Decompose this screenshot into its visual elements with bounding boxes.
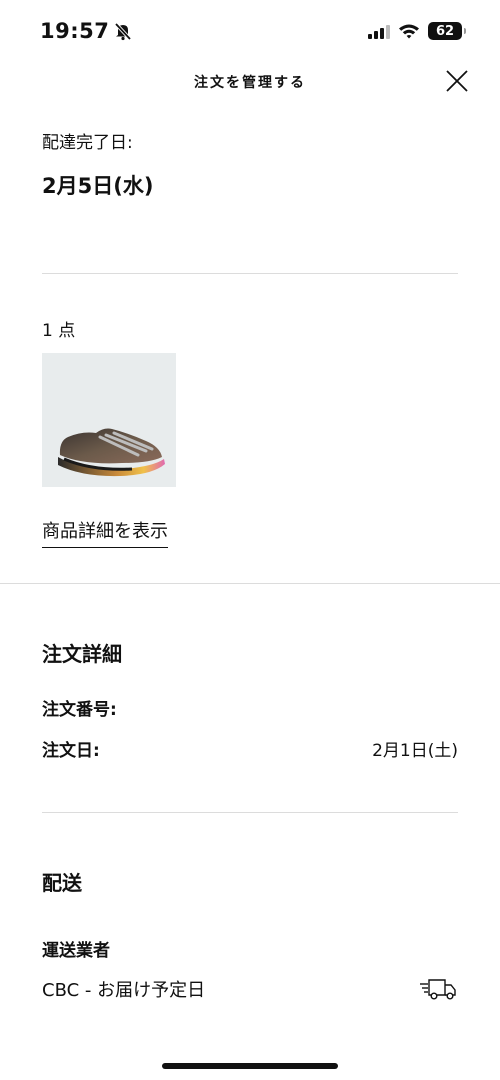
order-date-row: 注文日: 2月1日(土)	[42, 736, 458, 761]
carrier-label: 運送業者	[42, 941, 110, 961]
carrier-row: CBC - お届け予定日	[42, 976, 458, 1002]
delivery-date-value: 2月5日(水)	[42, 174, 154, 198]
bell-slash-icon	[115, 22, 132, 41]
item-count: 1 点	[42, 321, 76, 341]
status-bar: 19:57 62	[0, 0, 500, 66]
status-time: 19:57	[40, 19, 133, 43]
delivery-date-label: 配達完了日:	[42, 133, 133, 153]
order-details-heading: 注文詳細	[42, 642, 122, 666]
order-date-label: 注文日:	[42, 741, 100, 761]
shoe-image	[58, 428, 165, 477]
close-icon[interactable]	[444, 68, 470, 94]
page-title: 注文を管理する	[194, 75, 306, 91]
battery-level: 62	[435, 23, 455, 39]
product-image[interactable]	[42, 353, 176, 487]
page-header: 注文を管理する	[0, 60, 500, 104]
shipping-heading: 配送	[42, 871, 82, 895]
home-indicator[interactable]	[162, 1063, 338, 1069]
cellular-signal-icon	[368, 23, 390, 39]
battery-icon: 62	[428, 22, 466, 40]
status-icons: 62	[368, 22, 466, 40]
divider	[42, 273, 458, 274]
order-date-value: 2月1日(土)	[372, 741, 458, 761]
order-number-label: 注文番号:	[42, 700, 117, 720]
carrier-value: CBC - お届け予定日	[42, 980, 206, 1001]
delivery-truck-icon[interactable]	[418, 976, 458, 1002]
divider	[42, 812, 458, 813]
wifi-icon	[399, 24, 419, 39]
order-number-row: 注文番号:	[42, 695, 458, 720]
view-product-details-link[interactable]: 商品詳細を表示	[42, 517, 168, 548]
clock-text: 19:57	[40, 19, 110, 43]
divider	[0, 583, 500, 584]
